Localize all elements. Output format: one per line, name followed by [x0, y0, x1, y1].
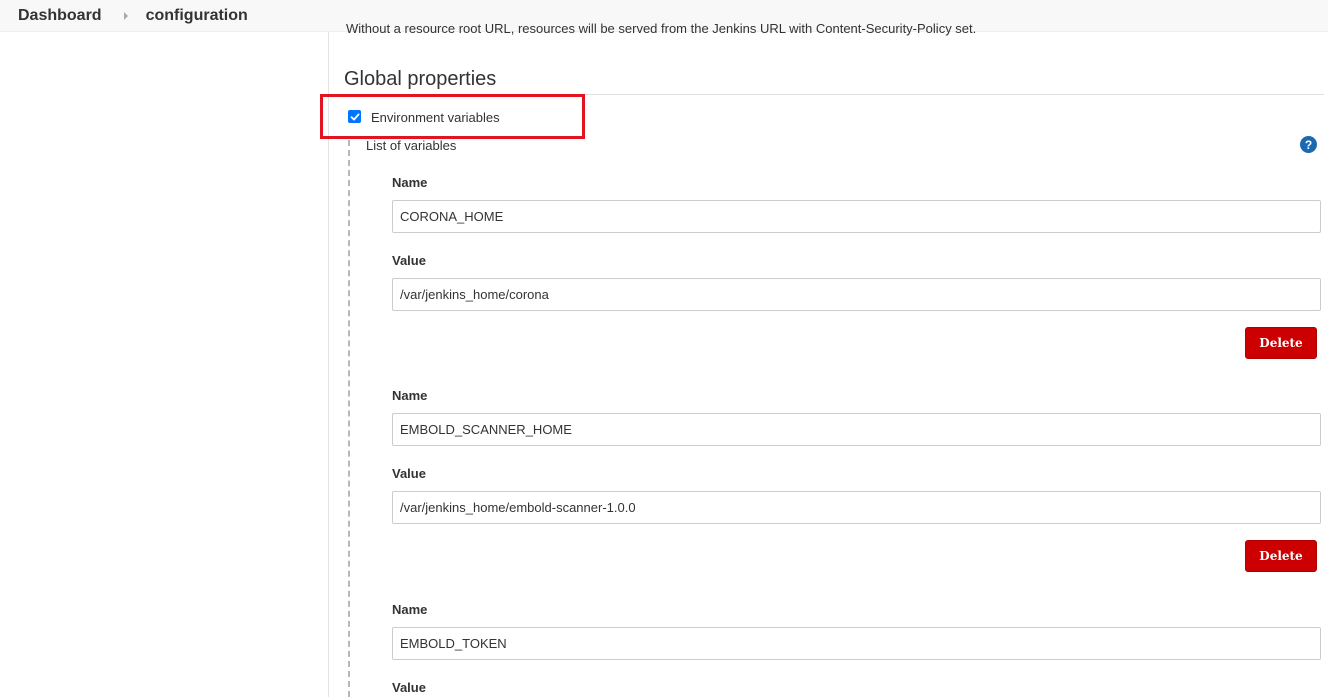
breadcrumb-configuration-link[interactable]: configuration	[146, 7, 248, 25]
env-var-3-name-input[interactable]	[392, 627, 1321, 660]
list-of-variables-label: List of variables	[366, 138, 457, 153]
section-title: Global properties	[344, 68, 497, 90]
env-var-3-value-label: Value	[392, 680, 426, 695]
environment-variables-checkbox[interactable]	[348, 110, 361, 123]
help-icon[interactable]: ?	[1300, 136, 1317, 153]
env-var-1-name-input[interactable]	[392, 200, 1321, 233]
env-var-1-name-label: Name	[392, 175, 428, 190]
checkmark-icon	[350, 113, 359, 120]
breadcrumb-separator-icon[interactable]	[123, 11, 128, 20]
clipped-description: Without a resource root URL, resources w…	[346, 20, 1246, 36]
env-var-2-value-label: Value	[392, 466, 426, 481]
clipped-description-text: Without a resource root URL, resources w…	[346, 21, 977, 36]
env-var-2-value-input[interactable]	[392, 491, 1321, 524]
env-var-2-name-input[interactable]	[392, 413, 1321, 446]
env-var-1-delete-button[interactable]: Delete	[1245, 327, 1317, 359]
env-var-1-value-label: Value	[392, 253, 426, 268]
nested-section-indicator	[348, 140, 350, 697]
env-var-1-value-input[interactable]	[392, 278, 1321, 311]
env-var-3-name-label: Name	[392, 602, 428, 617]
environment-variables-label[interactable]: Environment variables	[371, 110, 500, 125]
env-var-2-delete-button[interactable]: Delete	[1245, 540, 1317, 572]
env-var-2-name-label: Name	[392, 388, 428, 403]
breadcrumb-dashboard-link[interactable]: Dashboard	[18, 7, 102, 25]
